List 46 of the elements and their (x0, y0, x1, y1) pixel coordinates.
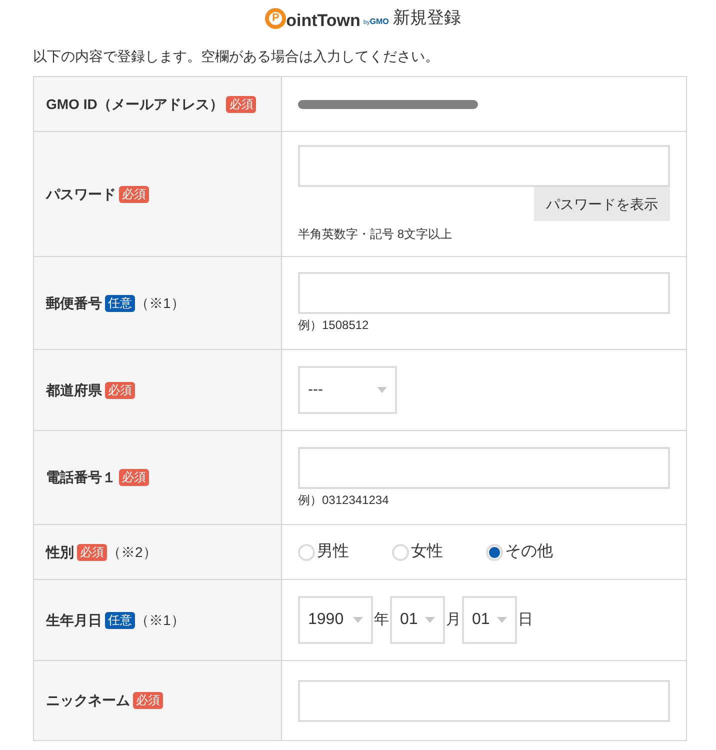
radio-option[interactable]: 女性 (392, 540, 466, 564)
input-field[interactable] (298, 446, 670, 488)
field-label: 郵便番号 (46, 294, 102, 312)
footnote-mark: （※1） (135, 610, 185, 630)
hint-text: 例）1508512 (298, 317, 370, 334)
unit-label: 日 (518, 610, 533, 630)
caret-icon (377, 387, 387, 393)
radio-option[interactable]: 男性 (298, 540, 372, 564)
field-label: ニックネーム (46, 691, 130, 710)
caret-icon (425, 617, 435, 623)
hint-text: 半角英数字・記号 8文字以上 (298, 226, 454, 243)
footnote-mark: （※2） (107, 542, 157, 562)
radio-button[interactable] (298, 544, 315, 560)
show-password-button[interactable]: パスワードを表示 (534, 187, 670, 221)
requirement-badge: 任意 (105, 294, 135, 312)
radio-button[interactable] (486, 544, 503, 560)
prefecture-select[interactable]: --- (298, 366, 397, 414)
date-select[interactable]: 01 (390, 596, 445, 644)
field-label: 都道府県 (46, 380, 102, 400)
intro-text: 以下の内容で登録します。空欄がある場合は入力してください。 (33, 47, 440, 66)
page-title: 新規登録 (392, 7, 461, 30)
input-field[interactable] (298, 145, 670, 187)
unit-label: 年 (374, 610, 389, 630)
field-label: GMO ID（メールアドレス） (46, 94, 224, 114)
requirement-badge: 必須 (133, 692, 163, 709)
caret-icon (353, 617, 363, 623)
field-label: 電話番号１ (46, 468, 116, 487)
footnote-mark: （※1） (135, 294, 185, 312)
input-field[interactable] (298, 272, 670, 314)
unit-label: 月 (446, 610, 461, 630)
radio-button[interactable] (392, 544, 409, 560)
input-field[interactable] (298, 680, 670, 722)
date-select[interactable]: 1990 (298, 596, 373, 644)
requirement-badge: 必須 (119, 186, 149, 202)
field-label: 生年月日 (46, 610, 102, 630)
date-select[interactable]: 01 (462, 596, 517, 644)
field-label: 性別 (46, 542, 74, 562)
field-label: パスワード (46, 184, 116, 204)
requirement-badge: 必須 (105, 382, 135, 398)
requirement-badge: 必須 (77, 544, 107, 560)
hint-text: 例）0312341234 (298, 492, 390, 508)
radio-option[interactable]: その他 (486, 540, 560, 564)
caret-icon (497, 617, 507, 623)
requirement-badge: 必須 (226, 96, 256, 112)
requirement-badge: 任意 (105, 612, 135, 628)
requirement-badge: 必須 (119, 469, 149, 486)
